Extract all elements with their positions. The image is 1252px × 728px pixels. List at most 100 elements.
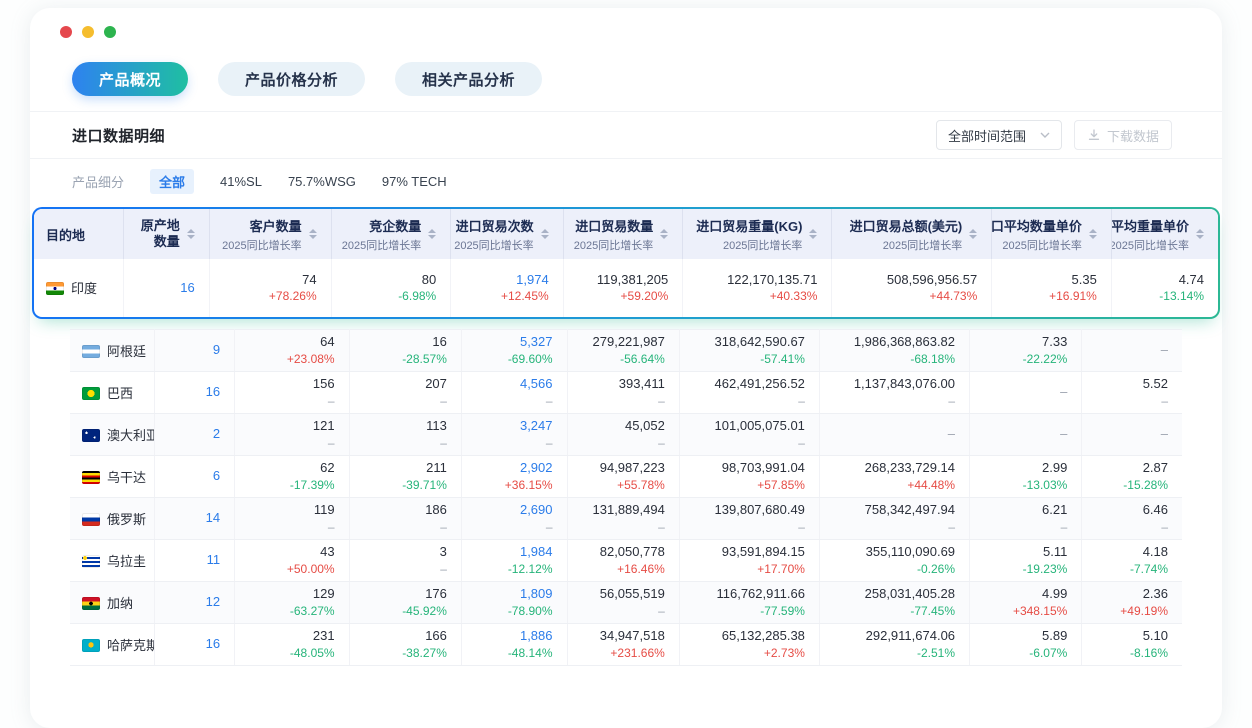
table-row-highlighted[interactable]: 印度1674+78.26%80-6.98%1,974+12.45%119,381… [34, 259, 1218, 317]
link-value[interactable]: 3,247 [470, 418, 553, 435]
data-cell: 64+23.08% [235, 330, 350, 372]
link-value[interactable]: 11 [163, 552, 220, 569]
download-icon [1087, 128, 1101, 142]
sort-icon[interactable] [541, 229, 549, 239]
growth-value: – [470, 436, 553, 451]
table-row[interactable]: 加纳12129-63.27%176-45.92%1,809-78.90%56,0… [70, 582, 1182, 624]
country-name: 澳大利亚 [107, 428, 155, 443]
data-cell: – [970, 372, 1082, 414]
col-title: 进口贸易次数 [454, 216, 533, 235]
growth-value: -8.16% [1090, 646, 1168, 661]
table-row[interactable]: 乌干达662-17.39%211-39.71%2,902+36.15%94,98… [70, 456, 1182, 498]
cell-value: 3 [358, 544, 447, 561]
cell-value: 5.89 [978, 628, 1067, 645]
data-cell: 6.46– [1082, 498, 1182, 540]
col-subtitle: 2025同比增长率 [222, 237, 301, 253]
country-cell: 加纳 [70, 582, 155, 624]
filter-option-all[interactable]: 全部 [150, 169, 194, 194]
data-cell: 2.36+49.19% [1082, 582, 1182, 624]
time-range-select[interactable]: 全部时间范围 [936, 120, 1062, 150]
link-value[interactable]: 16 [132, 280, 194, 297]
data-cell: 80-6.98% [331, 259, 451, 317]
sort-icon[interactable] [1196, 229, 1204, 239]
data-cell: 121– [235, 414, 350, 456]
data-cell: 14 [155, 498, 235, 540]
link-value[interactable]: 1,886 [470, 628, 553, 645]
link-value[interactable]: 2,902 [470, 460, 553, 477]
cell-value: 207 [358, 376, 447, 393]
download-data-button[interactable]: 下载数据 [1074, 120, 1172, 150]
link-value[interactable]: 5,327 [470, 334, 553, 351]
link-value[interactable]: 1,974 [459, 272, 548, 289]
data-table: 阿根廷964+23.08%16-28.57%5,327-69.60%279,22… [70, 329, 1182, 666]
cell-value: 113 [358, 418, 447, 435]
col-header[interactable]: 进口平均数量单价2025同比增长率 [992, 209, 1112, 259]
data-cell: 508,596,956.57+44.73% [832, 259, 992, 317]
link-value[interactable]: 16 [163, 384, 220, 401]
growth-value: +49.19% [1090, 604, 1168, 619]
cell-value: 82,050,778 [576, 544, 665, 561]
table-row[interactable]: 俄罗斯14119–186–2,690–131,889,494–139,807,6… [70, 498, 1182, 540]
data-cell: 11 [155, 540, 235, 582]
tab-product-price-analysis[interactable]: 产品价格分析 [218, 62, 365, 96]
col-header[interactable]: 客户数量2025同比增长率 [209, 209, 331, 259]
col-header[interactable]: 进口贸易次数2025同比增长率 [451, 209, 563, 259]
sort-icon[interactable] [809, 229, 817, 239]
table-row[interactable]: 哈萨克斯坦16231-48.05%166-38.27%1,886-48.14%3… [70, 624, 1182, 666]
data-cell: 166-38.27% [349, 624, 461, 666]
growth-value: -45.92% [358, 604, 447, 619]
growth-value: -78.90% [470, 604, 553, 619]
minimize-window-button[interactable] [82, 26, 94, 38]
maximize-window-button[interactable] [104, 26, 116, 38]
table-row[interactable]: 巴西16156–207–4,566–393,411–462,491,256.52… [70, 372, 1182, 414]
sort-icon[interactable] [428, 229, 436, 239]
col-title: 进口贸易数量 [574, 216, 653, 235]
data-cell: 2.99-13.03% [970, 456, 1082, 498]
col-header[interactable]: 进口贸易总额(美元)2025同比增长率 [832, 209, 992, 259]
growth-value: -2.51% [828, 646, 955, 661]
tab-product-overview[interactable]: 产品概况 [72, 62, 188, 96]
tab-related-product-analysis[interactable]: 相关产品分析 [395, 62, 542, 96]
table-row[interactable]: 乌拉圭1143+50.00%3–1,984-12.12%82,050,778+1… [70, 540, 1182, 582]
table-row[interactable]: 阿根廷964+23.08%16-28.57%5,327-69.60%279,22… [70, 330, 1182, 372]
col-title: 进口平均数量单价 [992, 216, 1082, 235]
col-header[interactable]: 竞企数量2025同比增长率 [331, 209, 451, 259]
link-value[interactable]: 2,690 [470, 502, 553, 519]
filter-option-41sl[interactable]: 41%SL [220, 174, 262, 189]
link-value[interactable]: 14 [163, 510, 220, 527]
cell-value: 231 [243, 628, 335, 645]
filter-option-97tech[interactable]: 97% TECH [382, 174, 447, 189]
cell-value: 62 [243, 460, 335, 477]
col-header[interactable]: 进口平均重量单价2025同比增长率 [1111, 209, 1218, 259]
link-value[interactable]: 1,984 [470, 544, 553, 561]
sort-icon[interactable] [1089, 229, 1097, 239]
flag-icon-au [82, 429, 100, 442]
cell-value: 119 [243, 502, 335, 519]
sort-icon[interactable] [969, 229, 977, 239]
cell-value: 5.52 [1090, 376, 1168, 393]
cell-value: 318,642,590.67 [688, 334, 805, 351]
link-value[interactable]: 1,809 [470, 586, 553, 603]
link-value[interactable]: 6 [163, 468, 220, 485]
data-cell: 139,807,680.49– [679, 498, 819, 540]
link-value[interactable]: 9 [163, 342, 220, 359]
sort-icon[interactable] [187, 229, 195, 239]
link-value[interactable]: 2 [163, 426, 220, 443]
link-value[interactable]: 12 [163, 594, 220, 611]
cell-value: 7.33 [978, 334, 1067, 351]
col-header[interactable]: 进口贸易重量(KG)2025同比增长率 [683, 209, 832, 259]
growth-value: -38.27% [358, 646, 447, 661]
data-cell: 65,132,285.38+2.73% [679, 624, 819, 666]
link-value[interactable]: 16 [163, 636, 220, 653]
data-cell: 12 [155, 582, 235, 624]
col-header[interactable]: 进口贸易数量2025同比增长率 [563, 209, 683, 259]
sort-icon[interactable] [660, 229, 668, 239]
page-title: 进口数据明细 [72, 125, 165, 146]
table-row[interactable]: 澳大利亚2121–113–3,247–45,052–101,005,075.01… [70, 414, 1182, 456]
filter-option-757wsg[interactable]: 75.7%WSG [288, 174, 356, 189]
sort-icon[interactable] [309, 229, 317, 239]
close-window-button[interactable] [60, 26, 72, 38]
col-header[interactable]: 原产地数量 [124, 209, 209, 259]
cell-value: 258,031,405.28 [828, 586, 955, 603]
link-value[interactable]: 4,566 [470, 376, 553, 393]
